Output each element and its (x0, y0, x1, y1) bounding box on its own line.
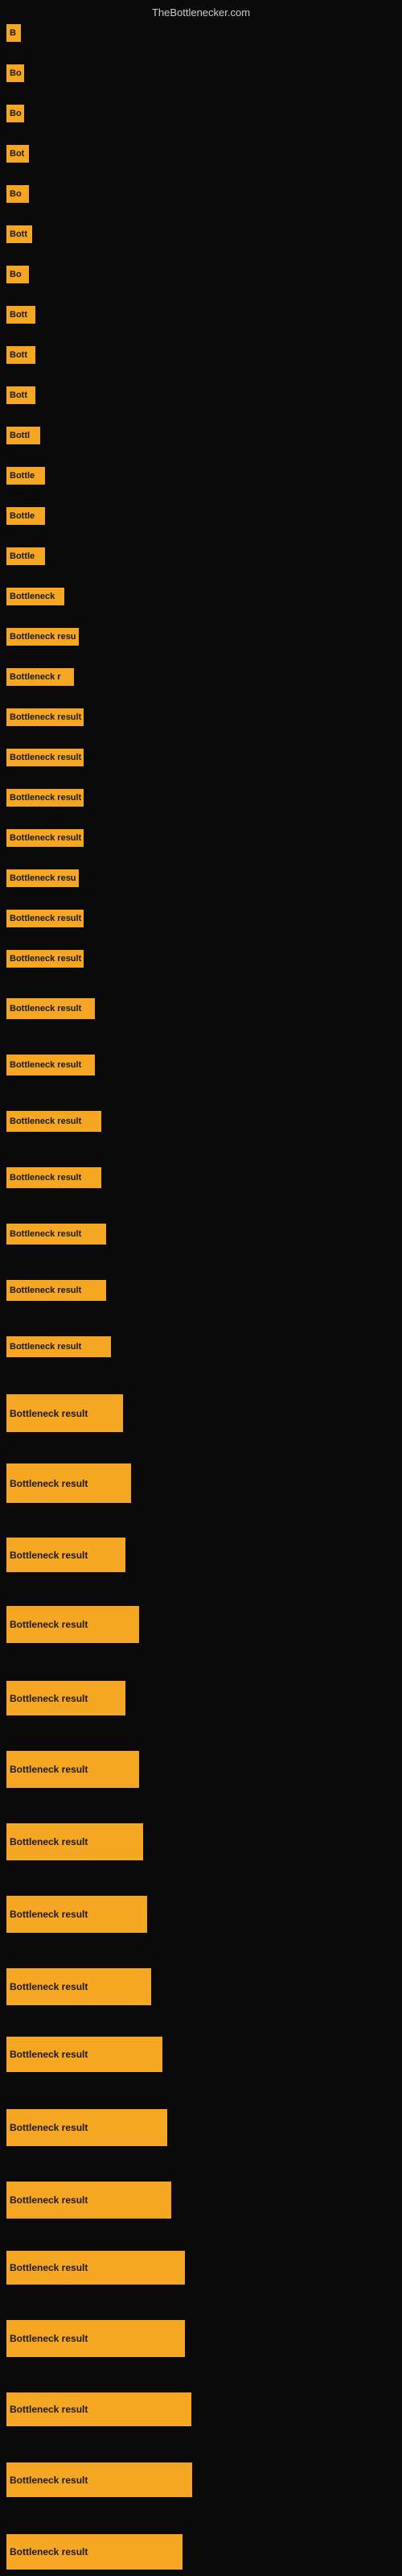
bar-item-17: Bottleneck r (6, 668, 74, 686)
bar-item-38: Bottleneck result (6, 1823, 143, 1860)
bar-label-45: Bottleneck result (6, 2320, 185, 2357)
bar-label-12: Bottle (6, 467, 45, 485)
bar-item-48: Bottleneck result (6, 2534, 183, 2570)
bar-label-26: Bottleneck result (6, 1055, 95, 1075)
bar-label-29: Bottleneck result (6, 1224, 106, 1245)
bar-label-41: Bottleneck result (6, 2037, 162, 2072)
bar-item-12: Bottle (6, 467, 45, 485)
bar-label-9: Bott (6, 346, 35, 364)
bar-label-27: Bottleneck result (6, 1111, 101, 1132)
bar-label-5: Bo (6, 185, 29, 203)
bar-label-13: Bottle (6, 507, 45, 525)
bar-item-45: Bottleneck result (6, 2320, 185, 2357)
bar-item-37: Bottleneck result (6, 1751, 139, 1788)
bar-label-34: Bottleneck result (6, 1538, 125, 1572)
bar-item-10: Bott (6, 386, 35, 404)
bar-item-39: Bottleneck result (6, 1896, 147, 1933)
bar-item-30: Bottleneck result (6, 1280, 106, 1301)
bar-label-17: Bottleneck r (6, 668, 74, 686)
bar-item-9: Bott (6, 346, 35, 364)
bar-label-33: Bottleneck result (6, 1463, 131, 1503)
bar-label-14: Bottle (6, 547, 45, 565)
bar-label-4: Bot (6, 145, 29, 163)
bar-item-13: Bottle (6, 507, 45, 525)
bar-item-7: Bo (6, 266, 29, 283)
site-title: TheBottlenecker.com (152, 6, 250, 19)
bar-item-21: Bottleneck result (6, 829, 84, 847)
bar-item-1: B (6, 24, 21, 42)
bar-item-31: Bottleneck result (6, 1336, 111, 1357)
bar-label-16: Bottleneck resu (6, 628, 79, 646)
bar-label-25: Bottleneck result (6, 998, 95, 1019)
bar-item-2: Bo (6, 64, 24, 82)
bar-label-43: Bottleneck result (6, 2182, 171, 2219)
bar-item-8: Bott (6, 306, 35, 324)
bar-label-18: Bottleneck result (6, 708, 84, 726)
bar-item-33: Bottleneck result (6, 1463, 131, 1503)
bar-label-15: Bottleneck (6, 588, 64, 605)
bar-item-41: Bottleneck result (6, 2037, 162, 2072)
bar-label-6: Bott (6, 225, 32, 243)
bar-label-38: Bottleneck result (6, 1823, 143, 1860)
bar-item-20: Bottleneck result (6, 789, 84, 807)
bar-label-28: Bottleneck result (6, 1167, 101, 1188)
bar-item-24: Bottleneck result (6, 950, 84, 968)
bar-item-22: Bottleneck resu (6, 869, 79, 887)
bar-label-44: Bottleneck result (6, 2251, 185, 2285)
bar-label-2: Bo (6, 64, 24, 82)
bar-item-46: Bottleneck result (6, 2392, 191, 2426)
bar-label-48: Bottleneck result (6, 2534, 183, 2570)
bar-item-6: Bott (6, 225, 32, 243)
bar-label-10: Bott (6, 386, 35, 404)
bar-item-29: Bottleneck result (6, 1224, 106, 1245)
bar-label-7: Bo (6, 266, 29, 283)
bar-item-40: Bottleneck result (6, 1968, 151, 2005)
bar-item-11: Bottl (6, 427, 40, 444)
bar-item-36: Bottleneck result (6, 1681, 125, 1715)
bar-item-28: Bottleneck result (6, 1167, 101, 1188)
bar-item-44: Bottleneck result (6, 2251, 185, 2285)
bar-label-39: Bottleneck result (6, 1896, 147, 1933)
bar-item-35: Bottleneck result (6, 1606, 139, 1643)
bar-label-40: Bottleneck result (6, 1968, 151, 2005)
bar-item-15: Bottleneck (6, 588, 64, 605)
bar-label-20: Bottleneck result (6, 789, 84, 807)
bar-label-19: Bottleneck result (6, 749, 84, 766)
bar-item-47: Bottleneck result (6, 2462, 192, 2497)
bar-label-22: Bottleneck resu (6, 869, 79, 887)
bar-item-26: Bottleneck result (6, 1055, 95, 1075)
bar-item-19: Bottleneck result (6, 749, 84, 766)
bar-item-42: Bottleneck result (6, 2109, 167, 2146)
bar-label-8: Bott (6, 306, 35, 324)
bar-item-27: Bottleneck result (6, 1111, 101, 1132)
bar-label-3: Bo (6, 105, 24, 122)
bar-item-3: Bo (6, 105, 24, 122)
bar-item-32: Bottleneck result (6, 1394, 123, 1432)
bar-label-24: Bottleneck result (6, 950, 84, 968)
bar-label-47: Bottleneck result (6, 2462, 192, 2497)
bar-label-30: Bottleneck result (6, 1280, 106, 1301)
bar-item-34: Bottleneck result (6, 1538, 125, 1572)
bar-item-23: Bottleneck result (6, 910, 84, 927)
bar-item-5: Bo (6, 185, 29, 203)
bar-item-16: Bottleneck resu (6, 628, 79, 646)
bar-label-21: Bottleneck result (6, 829, 84, 847)
bar-item-18: Bottleneck result (6, 708, 84, 726)
bar-item-43: Bottleneck result (6, 2182, 171, 2219)
bar-label-46: Bottleneck result (6, 2392, 191, 2426)
bar-label-1: B (6, 24, 21, 42)
bar-label-32: Bottleneck result (6, 1394, 123, 1432)
bar-item-4: Bot (6, 145, 29, 163)
bar-label-36: Bottleneck result (6, 1681, 125, 1715)
bar-item-14: Bottle (6, 547, 45, 565)
bar-item-25: Bottleneck result (6, 998, 95, 1019)
bar-label-11: Bottl (6, 427, 40, 444)
bar-label-35: Bottleneck result (6, 1606, 139, 1643)
bar-label-42: Bottleneck result (6, 2109, 167, 2146)
bar-label-37: Bottleneck result (6, 1751, 139, 1788)
bar-label-23: Bottleneck result (6, 910, 84, 927)
bar-label-31: Bottleneck result (6, 1336, 111, 1357)
